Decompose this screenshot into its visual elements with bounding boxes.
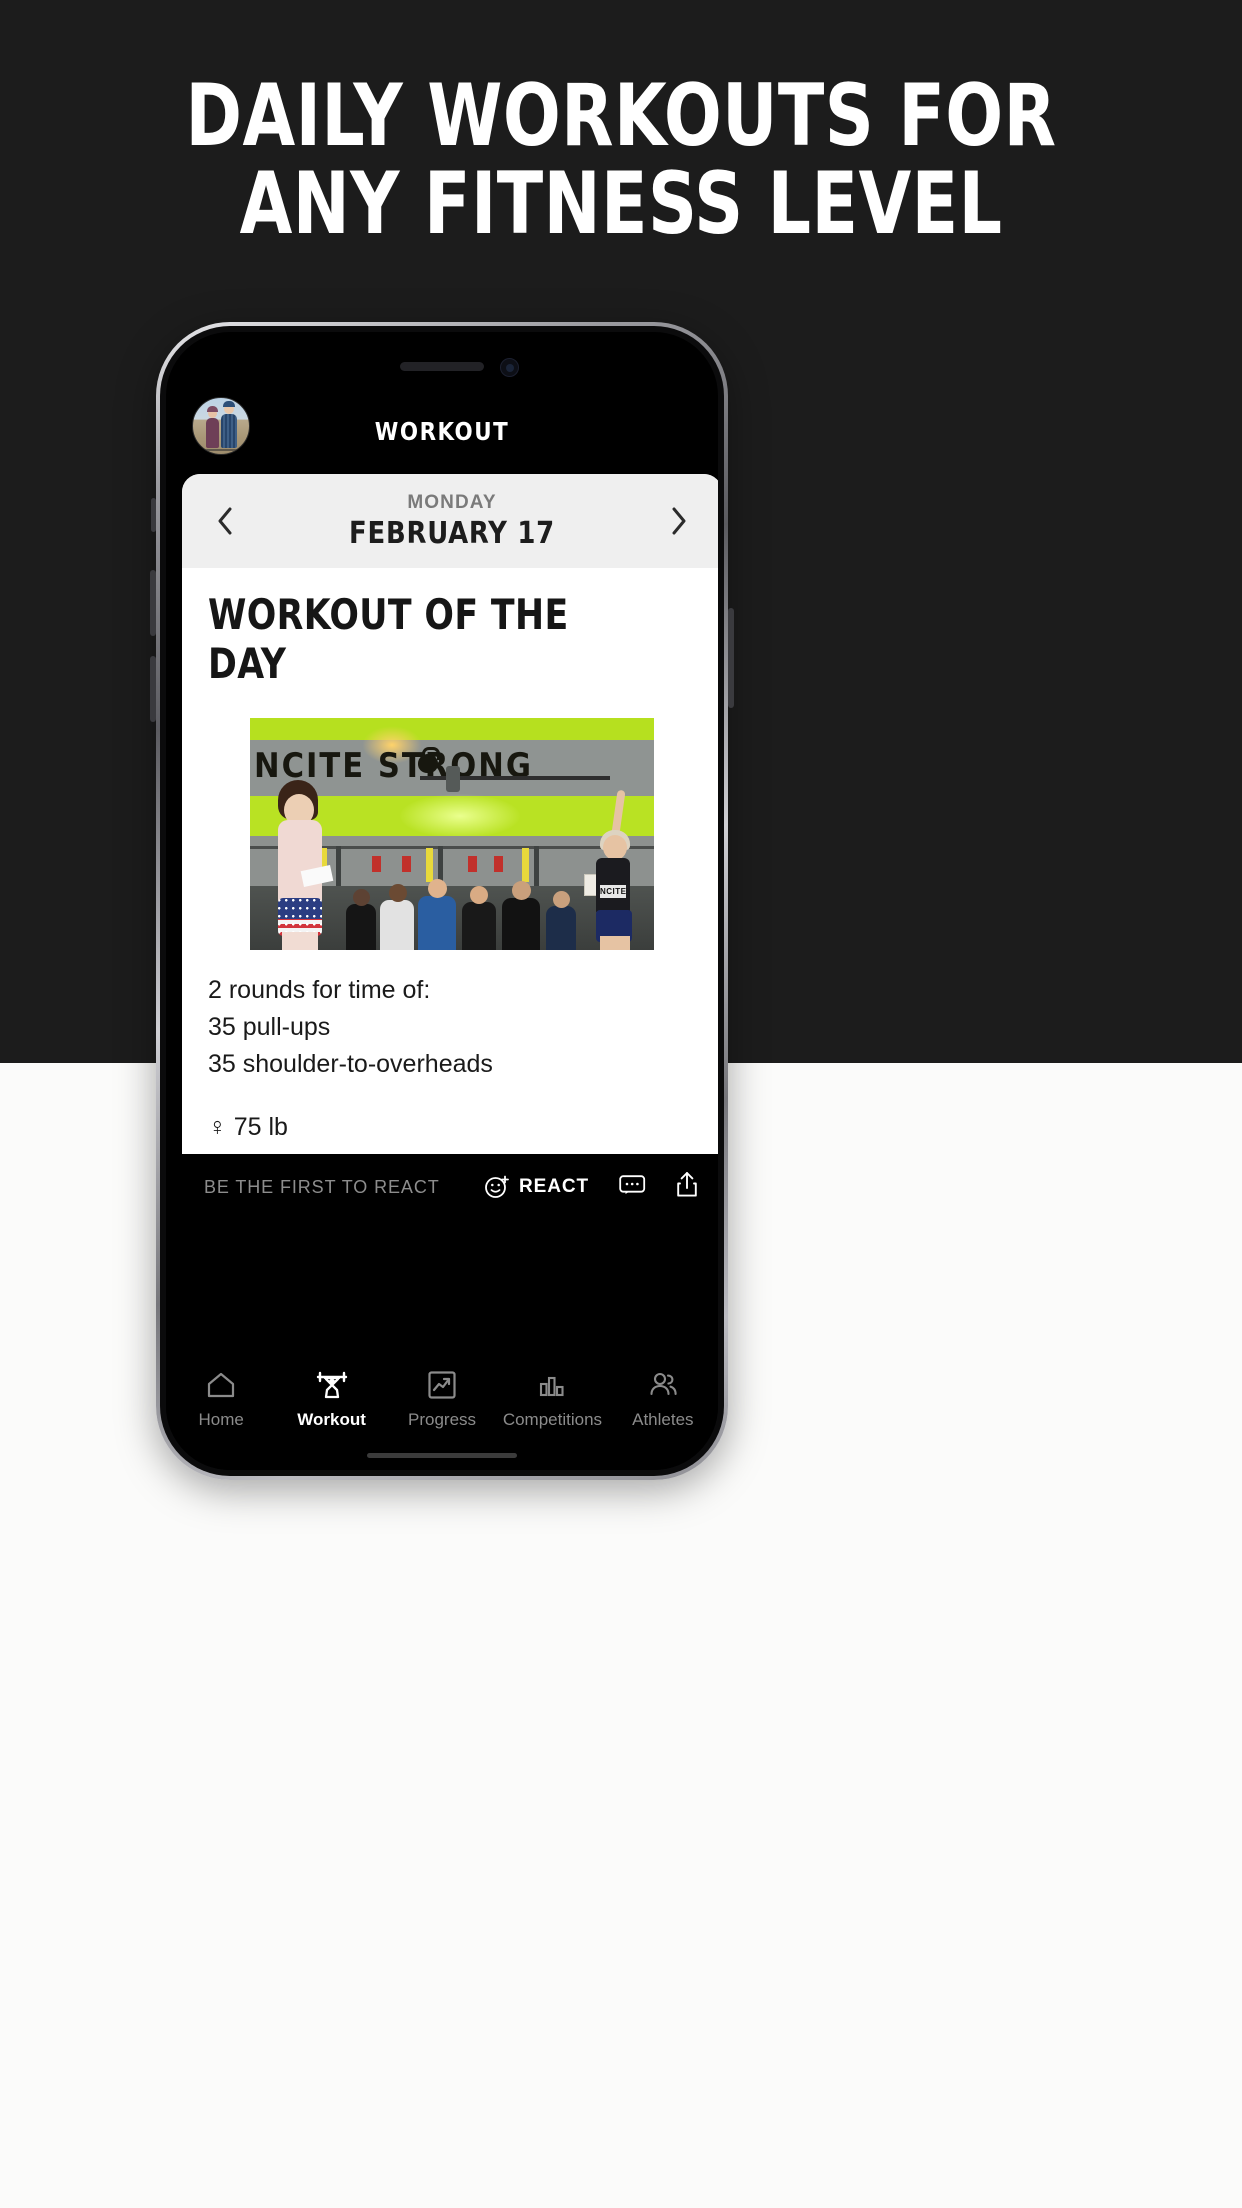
photo-spectator [380, 900, 414, 950]
mute-switch[interactable] [151, 498, 156, 532]
promo-headline: DAILY WORKOUTS FOR ANY FITNESS LEVEL [75, 72, 1168, 248]
page-title: WORKOUT [374, 416, 510, 446]
workout-body: WORKOUT OF THE DAY NCITE STRONG NCITE 2 … [182, 568, 718, 1154]
photo-spectator-head [353, 889, 370, 906]
headline-line-1: DAILY WORKOUTS FOR [185, 66, 1057, 166]
earpiece-speaker [400, 362, 484, 371]
female-weight-value: 75 lb [233, 1113, 288, 1141]
photo-judge-shorts-usa-flag [278, 898, 322, 936]
photo-spectator [546, 906, 576, 950]
workout-description: 2 rounds for time of: 35 pull-ups 35 sho… [208, 972, 696, 1154]
headline-line-2: ANY FITNESS LEVEL [239, 154, 1003, 254]
photo-athlete-jersey-logo: NCITE [600, 885, 627, 898]
next-day-button[interactable] [662, 504, 696, 538]
date-navigation: MONDAY FEBRUARY 17 [182, 474, 718, 568]
photo-athlete-head [603, 835, 627, 860]
photo-red-band [468, 856, 477, 872]
weight-male: ♂ 115 lb [208, 1146, 696, 1154]
photo-barbell-plate [446, 766, 460, 792]
phone-bezel: WORKOUT MONDAY FEBRUARY 17 WORKOUT OF TH… [160, 326, 724, 1476]
share-icon [677, 1172, 697, 1197]
power-button[interactable] [728, 608, 734, 708]
barbell-icon [316, 1371, 347, 1399]
workout-weights: ♀ 75 lb ♂ 115 lb [208, 1109, 696, 1154]
date-month-day: FEBRUARY 17 [349, 515, 555, 551]
react-button[interactable]: REACT [484, 1174, 589, 1200]
kettlebell-icon [418, 747, 440, 773]
tab-competitions[interactable]: Competitions [497, 1370, 607, 1430]
tab-home-label: Home [198, 1410, 244, 1429]
photo-judge-torso [278, 820, 322, 904]
comment-button[interactable] [619, 1174, 646, 1201]
tab-athletes[interactable]: Athletes [608, 1370, 718, 1430]
photo-yellow-band [522, 848, 529, 882]
photo-spectator [502, 898, 540, 950]
tab-workout[interactable]: Workout [276, 1370, 386, 1430]
react-button-label: REACT [519, 1176, 589, 1197]
people-icon [650, 1372, 677, 1396]
date-day-of-week: MONDAY [407, 491, 497, 513]
photo-spectator-head [553, 891, 570, 908]
workout-of-the-day-title: WORKOUT OF THE DAY [208, 590, 569, 688]
photo-spectator-head [512, 881, 531, 900]
reaction-bar: BE THE FIRST TO REACT REACT [182, 1156, 718, 1218]
reaction-empty-label: BE THE FIRST TO REACT [204, 1176, 440, 1197]
prescription-line: 2 rounds for time of: [208, 976, 431, 1004]
photo-judge [264, 778, 336, 950]
photo-red-band [494, 856, 503, 872]
app-header: WORKOUT [166, 394, 718, 468]
bar-chart-icon [540, 1376, 564, 1397]
tab-progress[interactable]: Progress [387, 1370, 497, 1430]
workout-prescription: 2 rounds for time of: 35 pull-ups 35 sho… [208, 972, 696, 1083]
photo-spectator-head [428, 879, 447, 898]
photo-yellow-band [426, 848, 433, 882]
phone-mockup: WORKOUT MONDAY FEBRUARY 17 WORKOUT OF TH… [150, 322, 734, 1480]
weight-female: ♀ 75 lb [208, 1109, 696, 1146]
home-indicator[interactable] [367, 1453, 517, 1458]
photo-red-band [402, 856, 411, 872]
photo-athlete-legs [600, 936, 630, 950]
tab-progress-label: Progress [408, 1410, 477, 1429]
tab-competitions-label: Competitions [502, 1410, 603, 1429]
male-symbol-icon: ♂ [208, 1150, 227, 1154]
photo-red-band [372, 856, 381, 872]
photo-judge-legs [282, 932, 318, 950]
photo-spectator-head [389, 884, 407, 902]
comment-icon [619, 1174, 646, 1194]
tab-workout-label: Workout [297, 1410, 366, 1429]
phone-screen: WORKOUT MONDAY FEBRUARY 17 WORKOUT OF TH… [166, 332, 718, 1470]
volume-up-button[interactable] [150, 570, 156, 636]
photo-spectator [418, 896, 456, 950]
reaction-actions: REACT [484, 1171, 698, 1203]
photo-athlete: NCITE [584, 789, 648, 950]
tab-athletes-label: Athletes [632, 1410, 694, 1429]
emoji-plus-icon [485, 1175, 509, 1198]
home-icon [208, 1372, 235, 1398]
prescription-line: 35 shoulder-to-overheads [208, 1050, 493, 1078]
photo-light-glow-2 [400, 794, 520, 838]
workout-card: MONDAY FEBRUARY 17 WORKOUT OF THE DAY NC… [182, 474, 718, 1154]
tab-home[interactable]: Home [166, 1370, 276, 1430]
previous-day-button[interactable] [208, 504, 242, 538]
female-symbol-icon: ♀ [208, 1113, 227, 1141]
workout-photo[interactable]: NCITE STRONG NCITE [250, 718, 654, 950]
photo-spectator [346, 904, 376, 950]
photo-wall-stripe-top [250, 718, 654, 740]
male-weight-value: 115 lb [234, 1150, 300, 1154]
photo-spectator-head [470, 886, 488, 904]
photo-spectator [462, 902, 496, 950]
trending-up-icon [428, 1371, 456, 1399]
share-button[interactable] [676, 1171, 698, 1203]
prescription-line: 35 pull-ups [208, 1013, 331, 1041]
volume-down-button[interactable] [150, 656, 156, 722]
front-camera-icon [500, 358, 519, 377]
current-date: MONDAY FEBRUARY 17 [242, 492, 662, 551]
